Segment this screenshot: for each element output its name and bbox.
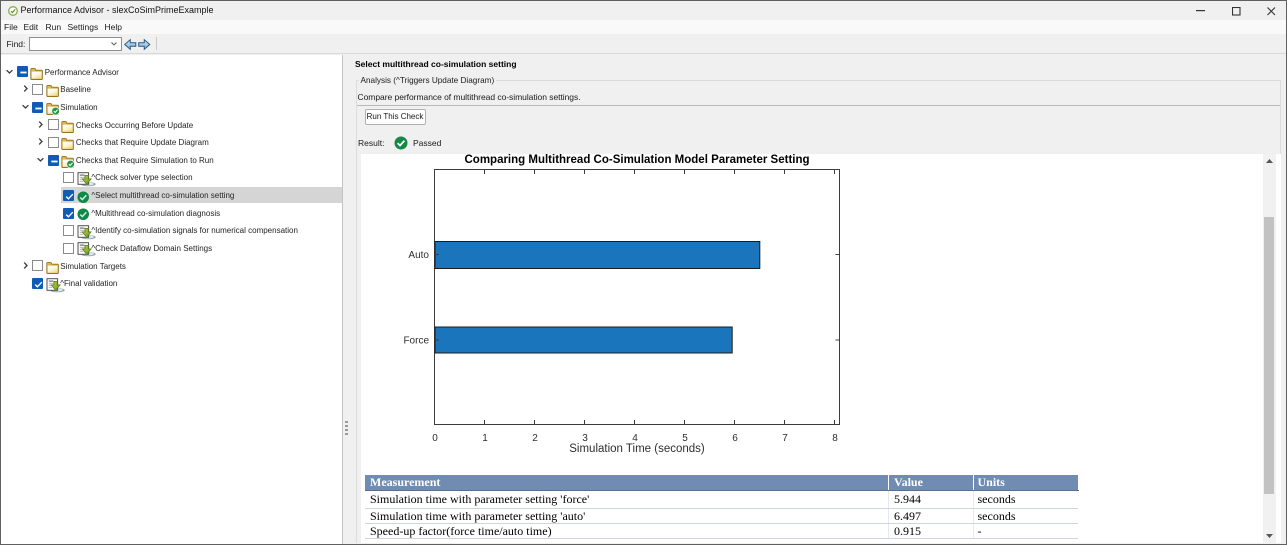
svg-text:Auto: Auto xyxy=(408,250,429,261)
svg-text:0: 0 xyxy=(432,433,438,444)
svg-text:Force: Force xyxy=(403,335,429,346)
svg-text:6: 6 xyxy=(732,433,738,444)
svg-text:Simulation Time (seconds): Simulation Time (seconds) xyxy=(569,443,705,455)
svg-text:8: 8 xyxy=(832,433,838,444)
svg-text:1: 1 xyxy=(482,433,488,444)
svg-text:Comparing Multithread Co-Simul: Comparing Multithread Co-Simulation Mode… xyxy=(464,154,809,166)
svg-text:7: 7 xyxy=(782,433,788,444)
svg-text:2: 2 xyxy=(532,433,538,444)
